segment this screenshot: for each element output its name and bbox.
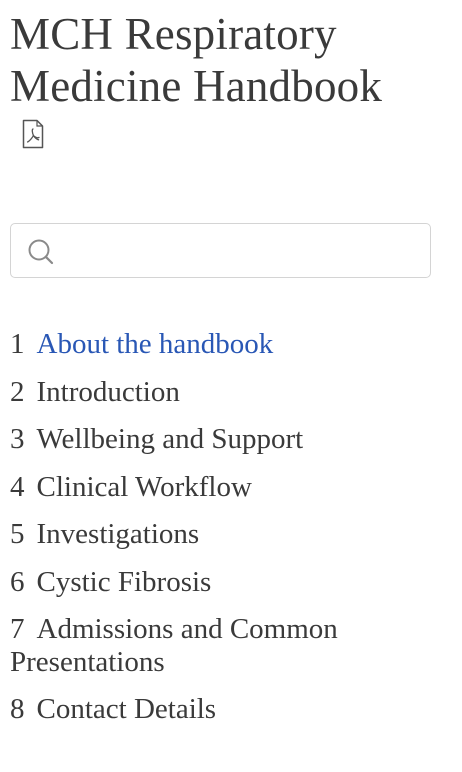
toc-item-clinical-workflow: 4 Clinical Workflow	[10, 471, 450, 504]
toc-item-about-the-handbook: 1 About the handbook	[10, 328, 450, 361]
sidebar: MCH Respiratory Medicine Handbook 1 About…	[0, 0, 462, 772]
toc-link-introduction[interactable]: 2 Introduction	[10, 376, 180, 408]
search-box	[10, 223, 431, 278]
toc-link-cystic-fibrosis[interactable]: 6 Cystic Fibrosis	[10, 566, 211, 598]
toc-item-wellbeing-and-support: 3 Wellbeing and Support	[10, 423, 450, 456]
toc-link-investigations[interactable]: 5 Investigations	[10, 518, 199, 550]
book-title: MCH Respiratory Medicine Handbook	[10, 9, 383, 111]
toc-item-label: Contact Details	[36, 693, 217, 725]
toc-item-number: 3	[10, 423, 25, 455]
toc-item-number: 5	[10, 518, 25, 550]
toc-item-number: 7	[10, 613, 25, 645]
toc-item-admissions-and-common-presentations: 7 Admissions and Common Presentations	[10, 613, 450, 679]
toc-link-wellbeing-and-support[interactable]: 3 Wellbeing and Support	[10, 423, 303, 455]
toc-item-number: 1	[10, 328, 25, 360]
toc-link-clinical-workflow[interactable]: 4 Clinical Workflow	[10, 471, 252, 503]
toc-item-label: Clinical Workflow	[36, 470, 252, 503]
toc-item-investigations: 5 Investigations	[10, 518, 450, 551]
toc-item-label: Wellbeing and Support	[36, 423, 304, 455]
table-of-contents: 1 About the handbook 2 Introduction 3 Wellb…	[10, 328, 450, 741]
toc-item-label: Investigations	[36, 518, 200, 550]
toc-item-introduction: 2 Introduction	[10, 376, 450, 409]
toc-item-label: Cystic Fibrosis	[36, 565, 212, 598]
toc-item-label: Admissions and Common Presentations	[10, 613, 338, 678]
toc-link-admissions-and-common-presentations[interactable]: 7 Admissions and Common Presentations	[10, 613, 338, 678]
search-input[interactable]	[63, 230, 427, 272]
search-icon	[26, 237, 56, 267]
toc-item-number: 4	[10, 470, 25, 503]
toc-item-number: 6	[10, 565, 25, 598]
pdf-icon	[21, 119, 45, 149]
toc-item-label: Introduction	[36, 375, 180, 408]
toc-link-contact-details[interactable]: 8 Contact Details	[10, 693, 216, 725]
pdf-download-link[interactable]	[21, 119, 45, 149]
toc-link-about-the-handbook[interactable]: 1 About the handbook	[10, 328, 273, 360]
toc-item-label: About the handbook	[36, 328, 274, 360]
toc-item-number: 2	[10, 375, 25, 408]
toc-item-number: 8	[10, 693, 25, 725]
toc-item-contact-details: 8 Contact Details	[10, 693, 450, 726]
toc-item-cystic-fibrosis: 6 Cystic Fibrosis	[10, 566, 450, 599]
